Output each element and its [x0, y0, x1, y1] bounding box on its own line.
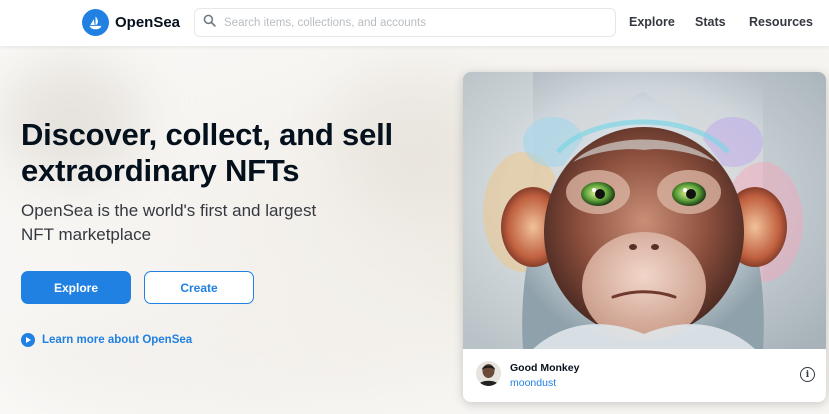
nft-item-name[interactable]: Good Monkey: [510, 362, 579, 374]
search-icon: [203, 14, 216, 32]
logo[interactable]: OpenSea: [82, 9, 180, 36]
nft-creator-name[interactable]: moondust: [510, 377, 556, 389]
explore-button[interactable]: Explore: [21, 271, 131, 304]
learn-more-label: Learn more about OpenSea: [42, 334, 193, 346]
card-footer: Good Monkey moondust i: [463, 349, 826, 402]
play-circle-icon: [21, 333, 35, 347]
featured-nft-card[interactable]: Good Monkey moondust i: [463, 72, 826, 402]
hero-title: Discover, collect, and sell extraordinar…: [21, 117, 393, 188]
search-bar[interactable]: [194, 8, 616, 37]
nav-link-explore[interactable]: Explore: [629, 15, 675, 29]
creator-avatar[interactable]: [476, 361, 501, 386]
info-icon[interactable]: i: [800, 367, 815, 382]
top-nav: OpenSea Explore Stats Resources: [0, 0, 829, 46]
nav-link-stats[interactable]: Stats: [695, 15, 726, 29]
create-button[interactable]: Create: [144, 271, 254, 304]
search-input[interactable]: [224, 16, 604, 29]
hero-subtitle: OpenSea is the world's first and largest…: [21, 201, 317, 244]
monkey-artwork: [463, 72, 826, 349]
learn-more-link[interactable]: Learn more about OpenSea: [21, 333, 192, 347]
nav-link-resources[interactable]: Resources: [749, 15, 813, 29]
opensea-logo-icon: [82, 9, 109, 36]
logo-text: OpenSea: [115, 14, 181, 31]
